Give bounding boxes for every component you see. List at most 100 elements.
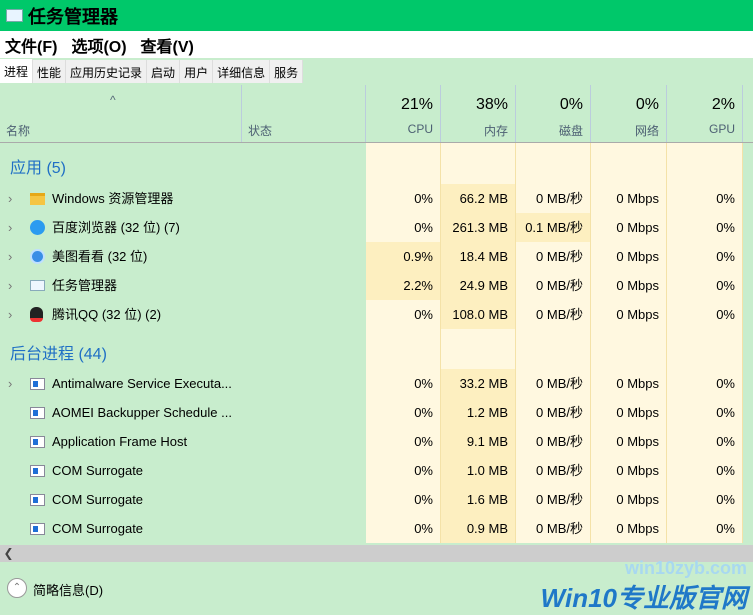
process-name: COM Surrogate: [52, 521, 144, 536]
cpu-total: 21%: [400, 96, 433, 113]
process-list: 应用 (5) › Windows 资源管理器 0% 66.2 MB 0 MB/秒 0 Mbp…: [0, 143, 753, 545]
sort-ascending-icon: ^: [110, 93, 116, 107]
tab-users[interactable]: 用户: [180, 60, 214, 83]
disk-value: 0 MB/秒: [516, 485, 591, 514]
menu-options[interactable]: 选项(O): [71, 33, 126, 57]
watermark-url: win10zyb.com: [624, 558, 747, 578]
process-row[interactable]: COM Surrogate 0% 0.9 MB 0 MB/秒 0 Mbps 0%: [0, 514, 743, 543]
gpu-value: 0%: [667, 300, 743, 329]
column-network[interactable]: 0% 网络: [591, 85, 667, 142]
cpu-value: 0%: [366, 369, 441, 398]
network-value: 0 Mbps: [591, 398, 667, 427]
process-row[interactable]: › 腾讯QQ (32 位) (2) 0% 108.0 MB 0 MB/秒 0 Mbps 0%: [0, 300, 743, 329]
tab-startup[interactable]: 启动: [147, 60, 181, 83]
process-name: AOMEI Backupper Schedule ...: [52, 405, 232, 420]
column-disk[interactable]: 0% 磁盘: [516, 85, 591, 142]
cpu-value: 0%: [366, 514, 441, 543]
disk-value: 0 MB/秒: [516, 242, 591, 271]
tab-services[interactable]: 服务: [270, 60, 304, 83]
process-name: 美图看看 (32 位): [52, 249, 148, 264]
process-row[interactable]: › Windows 资源管理器 0% 66.2 MB 0 MB/秒 0 Mbps 0%: [0, 184, 743, 213]
cpu-value: 0.9%: [366, 242, 441, 271]
cpu-label: CPU: [407, 122, 433, 136]
process-name: 百度浏览器 (32 位) (7): [52, 220, 180, 235]
column-name[interactable]: ^ 名称: [0, 85, 242, 142]
memory-value: 24.9 MB: [441, 271, 516, 300]
gpu-value: 0%: [667, 485, 743, 514]
column-name-label: 名称: [6, 124, 31, 138]
chevron-right-icon[interactable]: ›: [8, 184, 12, 213]
empty-cell: [667, 143, 743, 184]
network-value: 0 Mbps: [591, 271, 667, 300]
task-manager-icon: [30, 278, 45, 293]
disk-value: 0 MB/秒: [516, 369, 591, 398]
service-icon: [30, 405, 45, 420]
process-name: 任务管理器: [52, 278, 118, 293]
group-header[interactable]: 应用 (5): [10, 154, 66, 178]
process-name: 腾讯QQ (32 位) (2): [52, 307, 162, 322]
empty-cell: [667, 329, 743, 369]
chevron-right-icon[interactable]: ›: [8, 271, 12, 300]
chevron-up-icon[interactable]: ⌃: [7, 578, 27, 598]
gpu-value: 0%: [667, 514, 743, 543]
column-header: ^ 名称 状态 21% CPU 38% 内存 0% 磁盘 0% 网络 2% GPU: [0, 85, 753, 143]
column-status[interactable]: 状态: [242, 85, 366, 142]
column-memory[interactable]: 38% 内存: [441, 85, 516, 142]
group-header[interactable]: 后台进程 (44): [10, 340, 107, 364]
network-value: 0 Mbps: [591, 456, 667, 485]
process-row[interactable]: AOMEI Backupper Schedule ... 0% 1.2 MB 0 MB…: [0, 398, 743, 427]
gpu-value: 0%: [667, 427, 743, 456]
disk-value: 0.1 MB/秒: [516, 213, 591, 242]
scroll-left-icon[interactable]: ❮: [0, 545, 17, 562]
menu-view[interactable]: 查看(V): [141, 33, 194, 57]
menu-file[interactable]: 文件(F): [5, 33, 57, 57]
tab-details[interactable]: 详细信息: [213, 60, 271, 83]
title-bar: 任务管理器: [0, 0, 753, 31]
process-row[interactable]: › 百度浏览器 (32 位) (7) 0% 261.3 MB 0.1 MB/秒 0 Mbp…: [0, 213, 743, 242]
process-row[interactable]: COM Surrogate 0% 1.0 MB 0 MB/秒 0 Mbps 0%: [0, 456, 743, 485]
service-icon: [30, 492, 45, 507]
network-label: 网络: [634, 124, 659, 138]
footer: ⌃ 简略信息(D) win10zyb.com Win10专业版官网: [0, 558, 753, 613]
disk-label: 磁盘: [558, 124, 583, 138]
column-gpu[interactable]: 2% GPU: [667, 85, 743, 142]
cpu-value: 0%: [366, 184, 441, 213]
folder-icon: [30, 191, 45, 206]
memory-value: 0.9 MB: [441, 514, 516, 543]
tab-app-history[interactable]: 应用历史记录: [66, 60, 148, 83]
cpu-value: 0%: [366, 456, 441, 485]
tab-processes[interactable]: 进程: [0, 59, 34, 83]
disk-value: 0 MB/秒: [516, 271, 591, 300]
memory-value: 1.2 MB: [441, 398, 516, 427]
chevron-right-icon[interactable]: ›: [8, 242, 12, 271]
process-row[interactable]: Application Frame Host 0% 9.1 MB 0 MB/秒 0 Mb…: [0, 427, 743, 456]
memory-total: 38%: [475, 96, 508, 113]
empty-cell: [441, 143, 516, 184]
disk-total: 0%: [559, 96, 583, 113]
column-cpu[interactable]: 21% CPU: [366, 85, 441, 142]
disk-value: 0 MB/秒: [516, 398, 591, 427]
chevron-right-icon[interactable]: ›: [8, 213, 12, 242]
empty-cell: [516, 329, 591, 369]
process-row[interactable]: COM Surrogate 0% 1.6 MB 0 MB/秒 0 Mbps 0%: [0, 485, 743, 514]
tab-bar: 进程 性能 应用历史记录 启动 用户 详细信息 服务: [0, 59, 304, 83]
process-row[interactable]: › 任务管理器 2.2% 24.9 MB 0 MB/秒 0 Mbps 0%: [0, 271, 743, 300]
process-name: Antimalware Service Executa...: [52, 376, 232, 391]
chevron-right-icon[interactable]: ›: [8, 300, 12, 329]
process-row[interactable]: › Antimalware Service Executa... 0% 33.2 MB…: [0, 369, 743, 398]
gpu-value: 0%: [667, 456, 743, 485]
disk-value: 0 MB/秒: [516, 514, 591, 543]
gpu-value: 0%: [667, 369, 743, 398]
memory-value: 1.6 MB: [441, 485, 516, 514]
gpu-total: 2%: [711, 96, 735, 113]
process-row[interactable]: › 美图看看 (32 位) 0.9% 18.4 MB 0 MB/秒 0 Mbps 0%: [0, 242, 743, 271]
chevron-right-icon[interactable]: ›: [8, 369, 12, 398]
gpu-value: 0%: [667, 213, 743, 242]
fewer-details-button[interactable]: 简略信息(D): [33, 580, 103, 599]
process-name: COM Surrogate: [52, 492, 144, 507]
empty-cell: [441, 329, 516, 369]
gpu-value: 0%: [667, 242, 743, 271]
process-name: Windows 资源管理器: [52, 191, 174, 206]
tab-performance[interactable]: 性能: [33, 60, 67, 83]
network-value: 0 Mbps: [591, 485, 667, 514]
